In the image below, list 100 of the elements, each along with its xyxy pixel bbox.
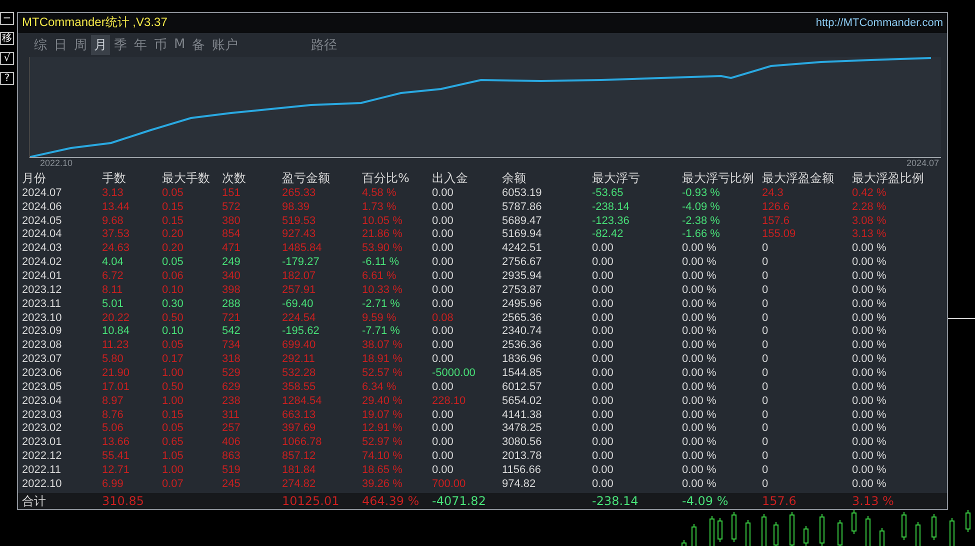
table-cell-text: 1.73 %	[362, 200, 398, 214]
period-tab[interactable]: 季	[111, 34, 130, 55]
table-cell-text: 8.11	[102, 284, 124, 297]
side-button[interactable]: √	[0, 52, 14, 65]
period-tab[interactable]: 综	[31, 34, 50, 55]
table-cell-text: 572	[222, 200, 242, 214]
table-cell-text: 0.00	[432, 214, 454, 228]
table-cell-text: 318	[222, 353, 242, 366]
table-cell-text: 699.40	[282, 339, 317, 352]
table-cell-text: 0.00 %	[852, 422, 888, 436]
table-cell-text: 2023.02	[22, 422, 63, 436]
table-cell-text: 0.20	[162, 242, 184, 256]
window-title: MTCommander统计 ,V3.37	[22, 14, 168, 32]
column-header: 百分比%	[362, 171, 410, 186]
table-cell-text: 0.00	[592, 436, 614, 450]
table-cell-text: -6.11 %	[362, 256, 400, 270]
period-tab[interactable]: 日	[51, 34, 70, 55]
table-cell-text: 0.30	[162, 298, 184, 311]
table-cell-text: 24.63	[102, 242, 131, 256]
table-cell-text: 4.58 %	[362, 186, 398, 200]
table-cell-text: 0.00	[432, 284, 454, 297]
column-header: 手数	[102, 171, 127, 186]
table-cell-text: 2023.05	[22, 380, 63, 394]
table-cell-text: 0	[762, 270, 770, 283]
table-cell-text: 0.42 %	[852, 186, 888, 200]
table-cell-text: 2024.07	[22, 186, 63, 200]
table-cell-text: 0.07	[162, 478, 184, 491]
table-cell-text: 53.90 %	[362, 242, 404, 256]
path-tab[interactable]: 路径	[308, 34, 340, 55]
period-tab[interactable]: 币	[151, 34, 170, 55]
table-cell-text: 2935.94	[502, 270, 543, 283]
table-cell-text: 0.00 %	[682, 478, 718, 491]
table-cell-text: 863	[222, 450, 242, 464]
table-cell-text: 0.00	[592, 353, 614, 366]
table-cell-text: 182.07	[282, 270, 317, 283]
table-cell-text: 0	[762, 478, 770, 491]
table-cell-text: 2023.09	[22, 325, 63, 338]
side-button[interactable]: −	[0, 12, 14, 25]
website-link[interactable]: http://MTCommander.com	[816, 16, 943, 29]
table-cell-text: 0.05	[162, 422, 184, 436]
table-cell-text: 0.00 %	[682, 464, 718, 477]
table-cell-text: 245	[222, 478, 242, 491]
table-cell-text: 734	[222, 339, 242, 352]
table-cell-text: 292.11	[282, 353, 316, 366]
table-cell-text: 0	[762, 312, 770, 325]
table-cell-text: 974.82	[502, 478, 537, 491]
table-cell-text: 257.91	[282, 284, 317, 297]
table-cell-text: 0.00 %	[852, 339, 888, 352]
table-cell-text: 52.57 %	[362, 366, 404, 380]
side-button[interactable]: 移	[0, 32, 14, 45]
table-cell-text: 0.00	[432, 270, 454, 283]
table-cell-text: 0.00	[432, 353, 454, 366]
table-cell-text: 1544.85	[502, 366, 543, 380]
table-cell-text: 10.05 %	[362, 214, 404, 228]
table-cell-text: -53.65	[592, 186, 624, 200]
period-tab[interactable]: 备	[189, 34, 208, 55]
table-cell-text: 0.00	[592, 270, 614, 283]
table-cell-text: -5000.00	[432, 366, 476, 380]
table-cell-text: 9.68	[102, 214, 124, 228]
table-cell-text: 0.00 %	[682, 270, 718, 283]
table-cell-text: 74.10 %	[362, 450, 404, 464]
table-cell-text: 2.28 %	[852, 200, 888, 214]
table-cell-text: 0.00	[592, 422, 614, 436]
table-cell-text: 398	[222, 284, 242, 297]
period-tab[interactable]: M	[171, 36, 188, 54]
period-tab[interactable]: 月	[91, 34, 110, 55]
table-cell-text: 380	[222, 214, 242, 228]
column-header: 最大浮盈金额	[762, 171, 835, 186]
table-cell-text: 2023.04	[22, 394, 63, 408]
table-cell-text: 340	[222, 270, 242, 283]
table-cell-text: 857.12	[282, 450, 317, 464]
table-cell-text: 0.10	[162, 325, 184, 338]
table-cell-text: 0.00 %	[682, 353, 718, 366]
side-button[interactable]: ?	[0, 72, 14, 85]
table-cell-text: 0	[762, 450, 770, 464]
table-cell-text: 0.00 %	[682, 284, 718, 297]
table-cell-text: 13.44	[102, 200, 131, 214]
table-cell-text: 542	[222, 325, 242, 338]
table-cell-text: 0.00	[432, 325, 454, 338]
period-tab[interactable]: 年	[131, 34, 150, 55]
table-cell-text: 0.00 %	[682, 380, 718, 394]
table-cell-text: 9.59 %	[362, 312, 398, 325]
table-cell-text: 0.65	[162, 436, 184, 450]
table-cell-text: 519.53	[282, 214, 317, 228]
table-cell-text: 471	[222, 242, 242, 256]
period-tab[interactable]: 周	[71, 34, 90, 55]
table-cell-text: 0.00 %	[682, 339, 718, 352]
table-cell-text: 700.00	[432, 478, 467, 491]
table-cell-text: 0.00 %	[852, 394, 888, 408]
column-header: 盈亏金额	[282, 171, 331, 186]
table-cell-text: 406	[222, 436, 242, 450]
table-cell-text: 0.50	[162, 380, 184, 394]
table-cell-text: 854	[222, 228, 242, 242]
table-cell-text: 0	[762, 325, 770, 338]
table-cell-text: 0.00 %	[852, 270, 888, 283]
table-cell-text: 0.00	[592, 478, 614, 491]
period-tab[interactable]: 账户	[209, 34, 242, 55]
table-cell-text: 0.00 %	[852, 464, 888, 477]
table-cell-text: 2013.78	[502, 450, 543, 464]
table-cell-text: 21.86 %	[362, 228, 404, 242]
